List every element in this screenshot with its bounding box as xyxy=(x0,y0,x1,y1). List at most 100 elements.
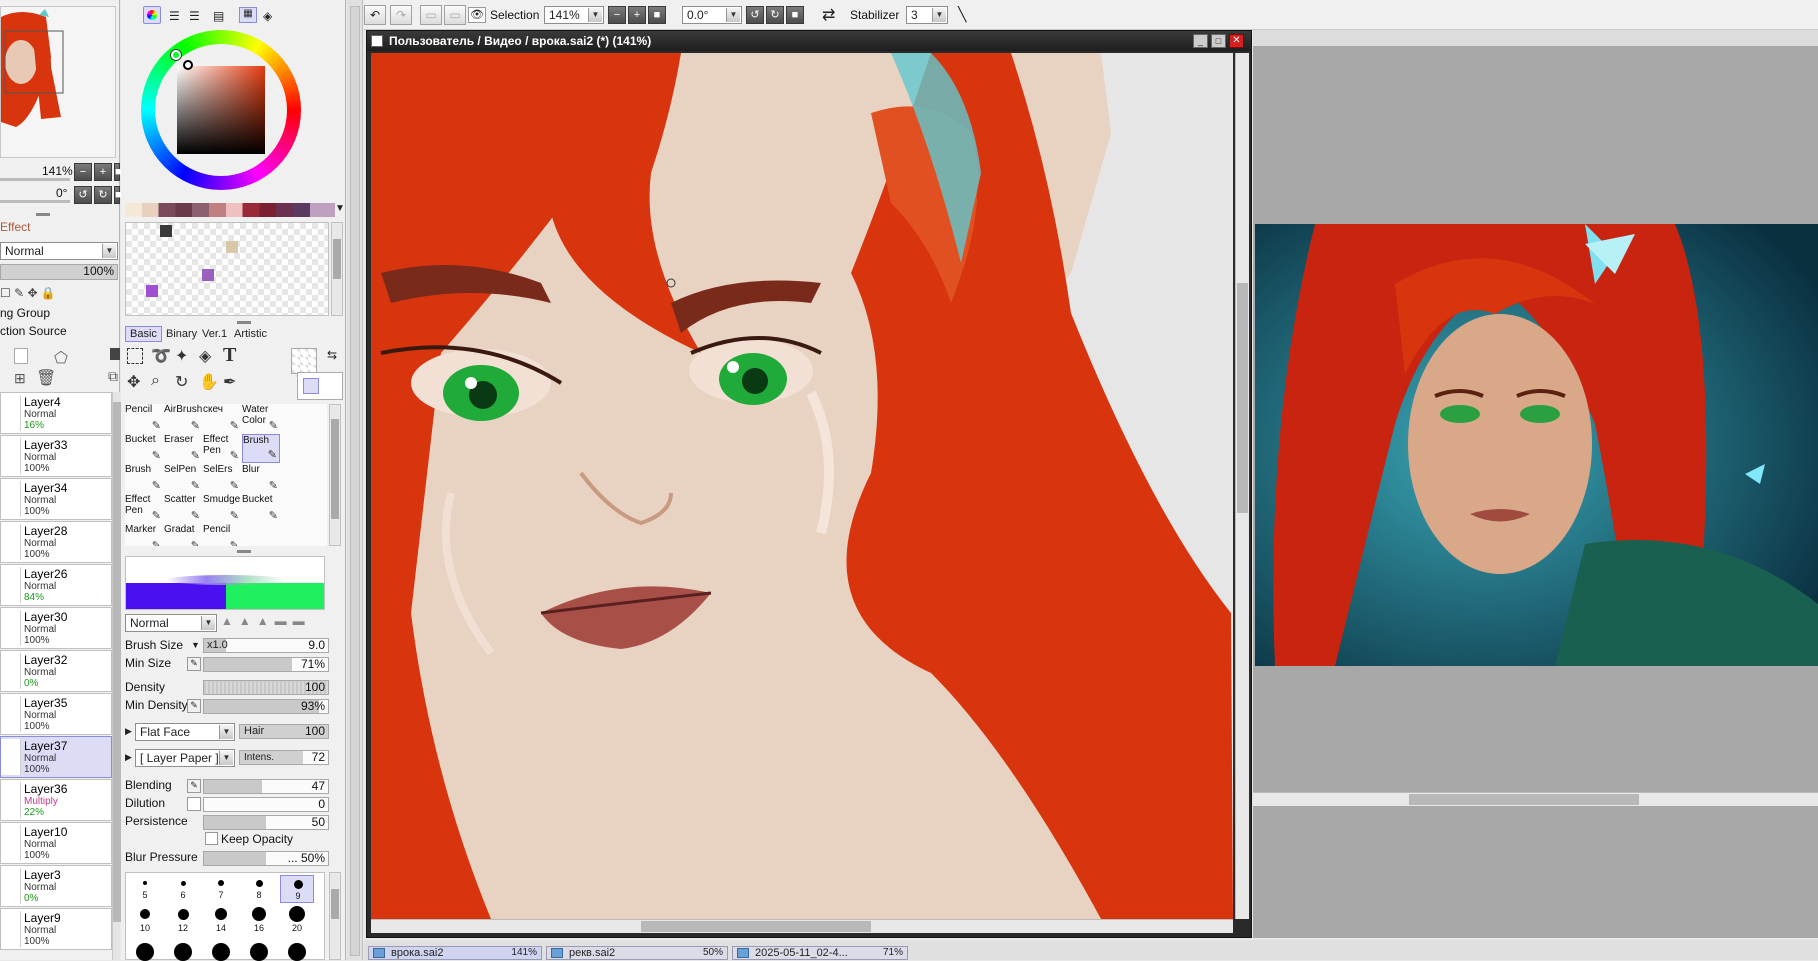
swap-colors-icon[interactable]: ⇆ xyxy=(327,348,337,362)
panel-divider[interactable] xyxy=(237,550,251,553)
brush-size-preset[interactable]: 14 xyxy=(204,905,238,935)
brush-size-slider[interactable]: x1.0 9.0 xyxy=(203,638,329,653)
delete-layer-icon[interactable]: 🗑 xyxy=(36,368,56,388)
brush-dot[interactable] xyxy=(250,943,268,961)
brush-tool-slot[interactable]: Blur ✎ xyxy=(242,464,280,493)
brush-tool-slot[interactable]: Eraser ✎ xyxy=(164,434,202,463)
new-folder-icon[interactable]: ⬠ xyxy=(54,348,68,368)
brush-size-preset[interactable]: 5 xyxy=(128,875,162,903)
canvas-horizontal-scrollbar[interactable] xyxy=(371,919,1233,933)
brush-size-preset[interactable]: 9 xyxy=(280,875,314,903)
dilution-pressure-checkbox[interactable] xyxy=(187,797,201,811)
brush-tool-slot[interactable]: Scatter ✎ xyxy=(164,494,202,523)
brush-tool-slot[interactable]: Pencil ✎ xyxy=(125,404,163,433)
color-saturation-square[interactable] xyxy=(177,66,265,154)
brush-size-preset[interactable]: 12 xyxy=(166,905,200,935)
brush-tool-slot[interactable]: AirBrush ✎ xyxy=(164,404,202,433)
deselect-button[interactable]: ▭ xyxy=(420,5,442,25)
layer-row[interactable]: Layer26 Normal 84% xyxy=(0,564,112,606)
min-density-pressure-icon[interactable]: ✎ xyxy=(187,699,201,713)
toolbar-zoom-select[interactable]: 141% ▼ xyxy=(544,6,604,24)
navigator-angle-slider[interactable] xyxy=(0,200,70,203)
brush-tool-slot[interactable]: Effect Pen ✎ xyxy=(125,494,163,523)
blending-pressure-icon[interactable]: ✎ xyxy=(187,779,201,793)
toolbar-zoom-out-button[interactable]: − xyxy=(608,6,626,24)
clipping-group-label[interactable]: ng Group xyxy=(0,306,50,320)
doc-tab-3[interactable]: 2025-05-11_02-4... 71% xyxy=(732,946,908,960)
dilution-slider[interactable]: 0 xyxy=(203,797,329,812)
swatch-grid[interactable] xyxy=(125,222,329,316)
layer-opacity-slider[interactable]: 100% xyxy=(0,264,118,280)
swatch-scrollbar[interactable] xyxy=(331,222,343,316)
density-slider[interactable]: 100 xyxy=(203,680,329,695)
layer-row[interactable]: Layer37 Normal 100% xyxy=(0,736,112,778)
panel-gutter[interactable] xyxy=(347,0,363,960)
line-tool-icon[interactable]: ╲ xyxy=(958,6,966,23)
minimize-window-button[interactable]: _ xyxy=(1193,34,1208,48)
color-wheel[interactable] xyxy=(141,30,301,190)
transparent-color-icon[interactable] xyxy=(303,378,319,394)
layer-row[interactable]: Layer36 Multiply 22% xyxy=(0,779,112,821)
color-wheel-mode-icon[interactable] xyxy=(143,6,161,24)
brush-tool-slot[interactable]: SelPen ✎ xyxy=(164,464,202,493)
zoom-reset-button[interactable]: ■ xyxy=(114,163,122,181)
keep-opacity-checkbox[interactable] xyxy=(205,832,218,845)
layer-list-scrollbar[interactable] xyxy=(112,392,121,960)
eyedropper-icon[interactable]: ✒ xyxy=(223,372,236,392)
color-history-menu-icon[interactable]: ▼ xyxy=(335,203,345,214)
layer-props-icon[interactable]: ⧉ xyxy=(108,368,118,385)
brush-shape-select[interactable]: Flat Face ▼ xyxy=(135,723,235,741)
tool-category-tab[interactable]: Binary xyxy=(161,326,202,342)
panel-divider[interactable] xyxy=(36,213,50,216)
swatch-mode-icon[interactable]: ▤ xyxy=(213,9,224,23)
flip-horizontal-icon[interactable]: ⇄ xyxy=(822,5,835,25)
layer-blend-mode-select[interactable]: Normal ▼ xyxy=(0,242,118,260)
rotate-left-button[interactable]: ↺ xyxy=(74,186,92,204)
brush-tool-slot[interactable]: Pencil ✎ xyxy=(203,524,241,546)
layer-row[interactable]: Layer3 Normal 0% xyxy=(0,865,112,907)
brush-tool-slot[interactable]: Bucket ✎ xyxy=(242,494,280,523)
min-size-pressure-icon[interactable]: ✎ xyxy=(187,657,201,671)
zoom-out-button[interactable]: − xyxy=(74,163,92,181)
layer-row[interactable]: Layer30 Normal 100% xyxy=(0,607,112,649)
doc-tab-2[interactable]: рекв.sai2 50% xyxy=(546,946,728,960)
brush-size-preset[interactable]: 6 xyxy=(166,875,200,903)
canvas-vscroll-thumb[interactable] xyxy=(1237,283,1248,513)
rotate-tool-icon[interactable]: ↻ xyxy=(175,372,188,392)
layer-row[interactable]: Layer32 Normal 0% xyxy=(0,650,112,692)
tool-category-tab[interactable]: Ver.1 xyxy=(197,326,232,342)
layer-row[interactable]: Layer28 Normal 100% xyxy=(0,521,112,563)
stabilizer-select[interactable]: 3 ▼ xyxy=(906,6,948,24)
persistence-slider[interactable]: 50 xyxy=(203,815,329,830)
doc-tab-1[interactable]: врока.sai2 141% xyxy=(368,946,542,960)
layer-row[interactable]: Layer4 Normal 16% xyxy=(0,392,112,434)
redo-button[interactable]: ↷ xyxy=(390,5,412,25)
close-window-button[interactable]: ✕ xyxy=(1229,34,1244,48)
layer-row[interactable]: Layer10 Normal 100% xyxy=(0,822,112,864)
brush-size-menu-icon[interactable]: ▼ xyxy=(191,640,200,650)
layer-row[interactable]: Layer35 Normal 100% xyxy=(0,693,112,735)
brush-tool-slot[interactable]: Effect Pen ✎ xyxy=(203,434,241,463)
new-layer-icon[interactable] xyxy=(14,348,28,364)
brush-size-preset[interactable]: 16 xyxy=(242,905,276,935)
brush-tool-slot[interactable]: Smudge ✎ xyxy=(203,494,241,523)
color-history-bar[interactable] xyxy=(125,203,335,217)
layer-row[interactable]: Layer34 Normal 100% xyxy=(0,478,112,520)
brush-size-preset[interactable]: 7 xyxy=(204,875,238,903)
rotate-right-button[interactable]: ↻ xyxy=(94,186,112,204)
tool-grid-scrollbar[interactable] xyxy=(329,404,341,546)
canvas-hscroll-thumb[interactable] xyxy=(641,921,871,932)
navigator-zoom-slider[interactable] xyxy=(0,178,70,181)
texture-intensity-slider[interactable]: Intens. 72 xyxy=(239,750,329,765)
maximize-window-button[interactable]: □ xyxy=(1211,34,1226,48)
layer-lock-icons[interactable]: ☐ ✎ ✥ 🔒 xyxy=(0,286,118,302)
rgb-slider-mode-icon[interactable]: ☰ xyxy=(169,9,180,23)
canvas-vertical-scrollbar[interactable] xyxy=(1235,53,1249,919)
selection-visibility-icon[interactable]: 👁 xyxy=(468,7,486,23)
tool-category-tab[interactable]: Basic xyxy=(125,326,162,342)
toolbar-zoom-reset-button[interactable]: ■ xyxy=(648,6,666,24)
brush-size-preset[interactable]: 8 xyxy=(242,875,276,903)
zoom-tool-icon[interactable]: ⌕ xyxy=(151,372,160,390)
expand-arrow-icon[interactable]: ▶ xyxy=(125,752,132,763)
brush-dot[interactable] xyxy=(212,943,230,961)
